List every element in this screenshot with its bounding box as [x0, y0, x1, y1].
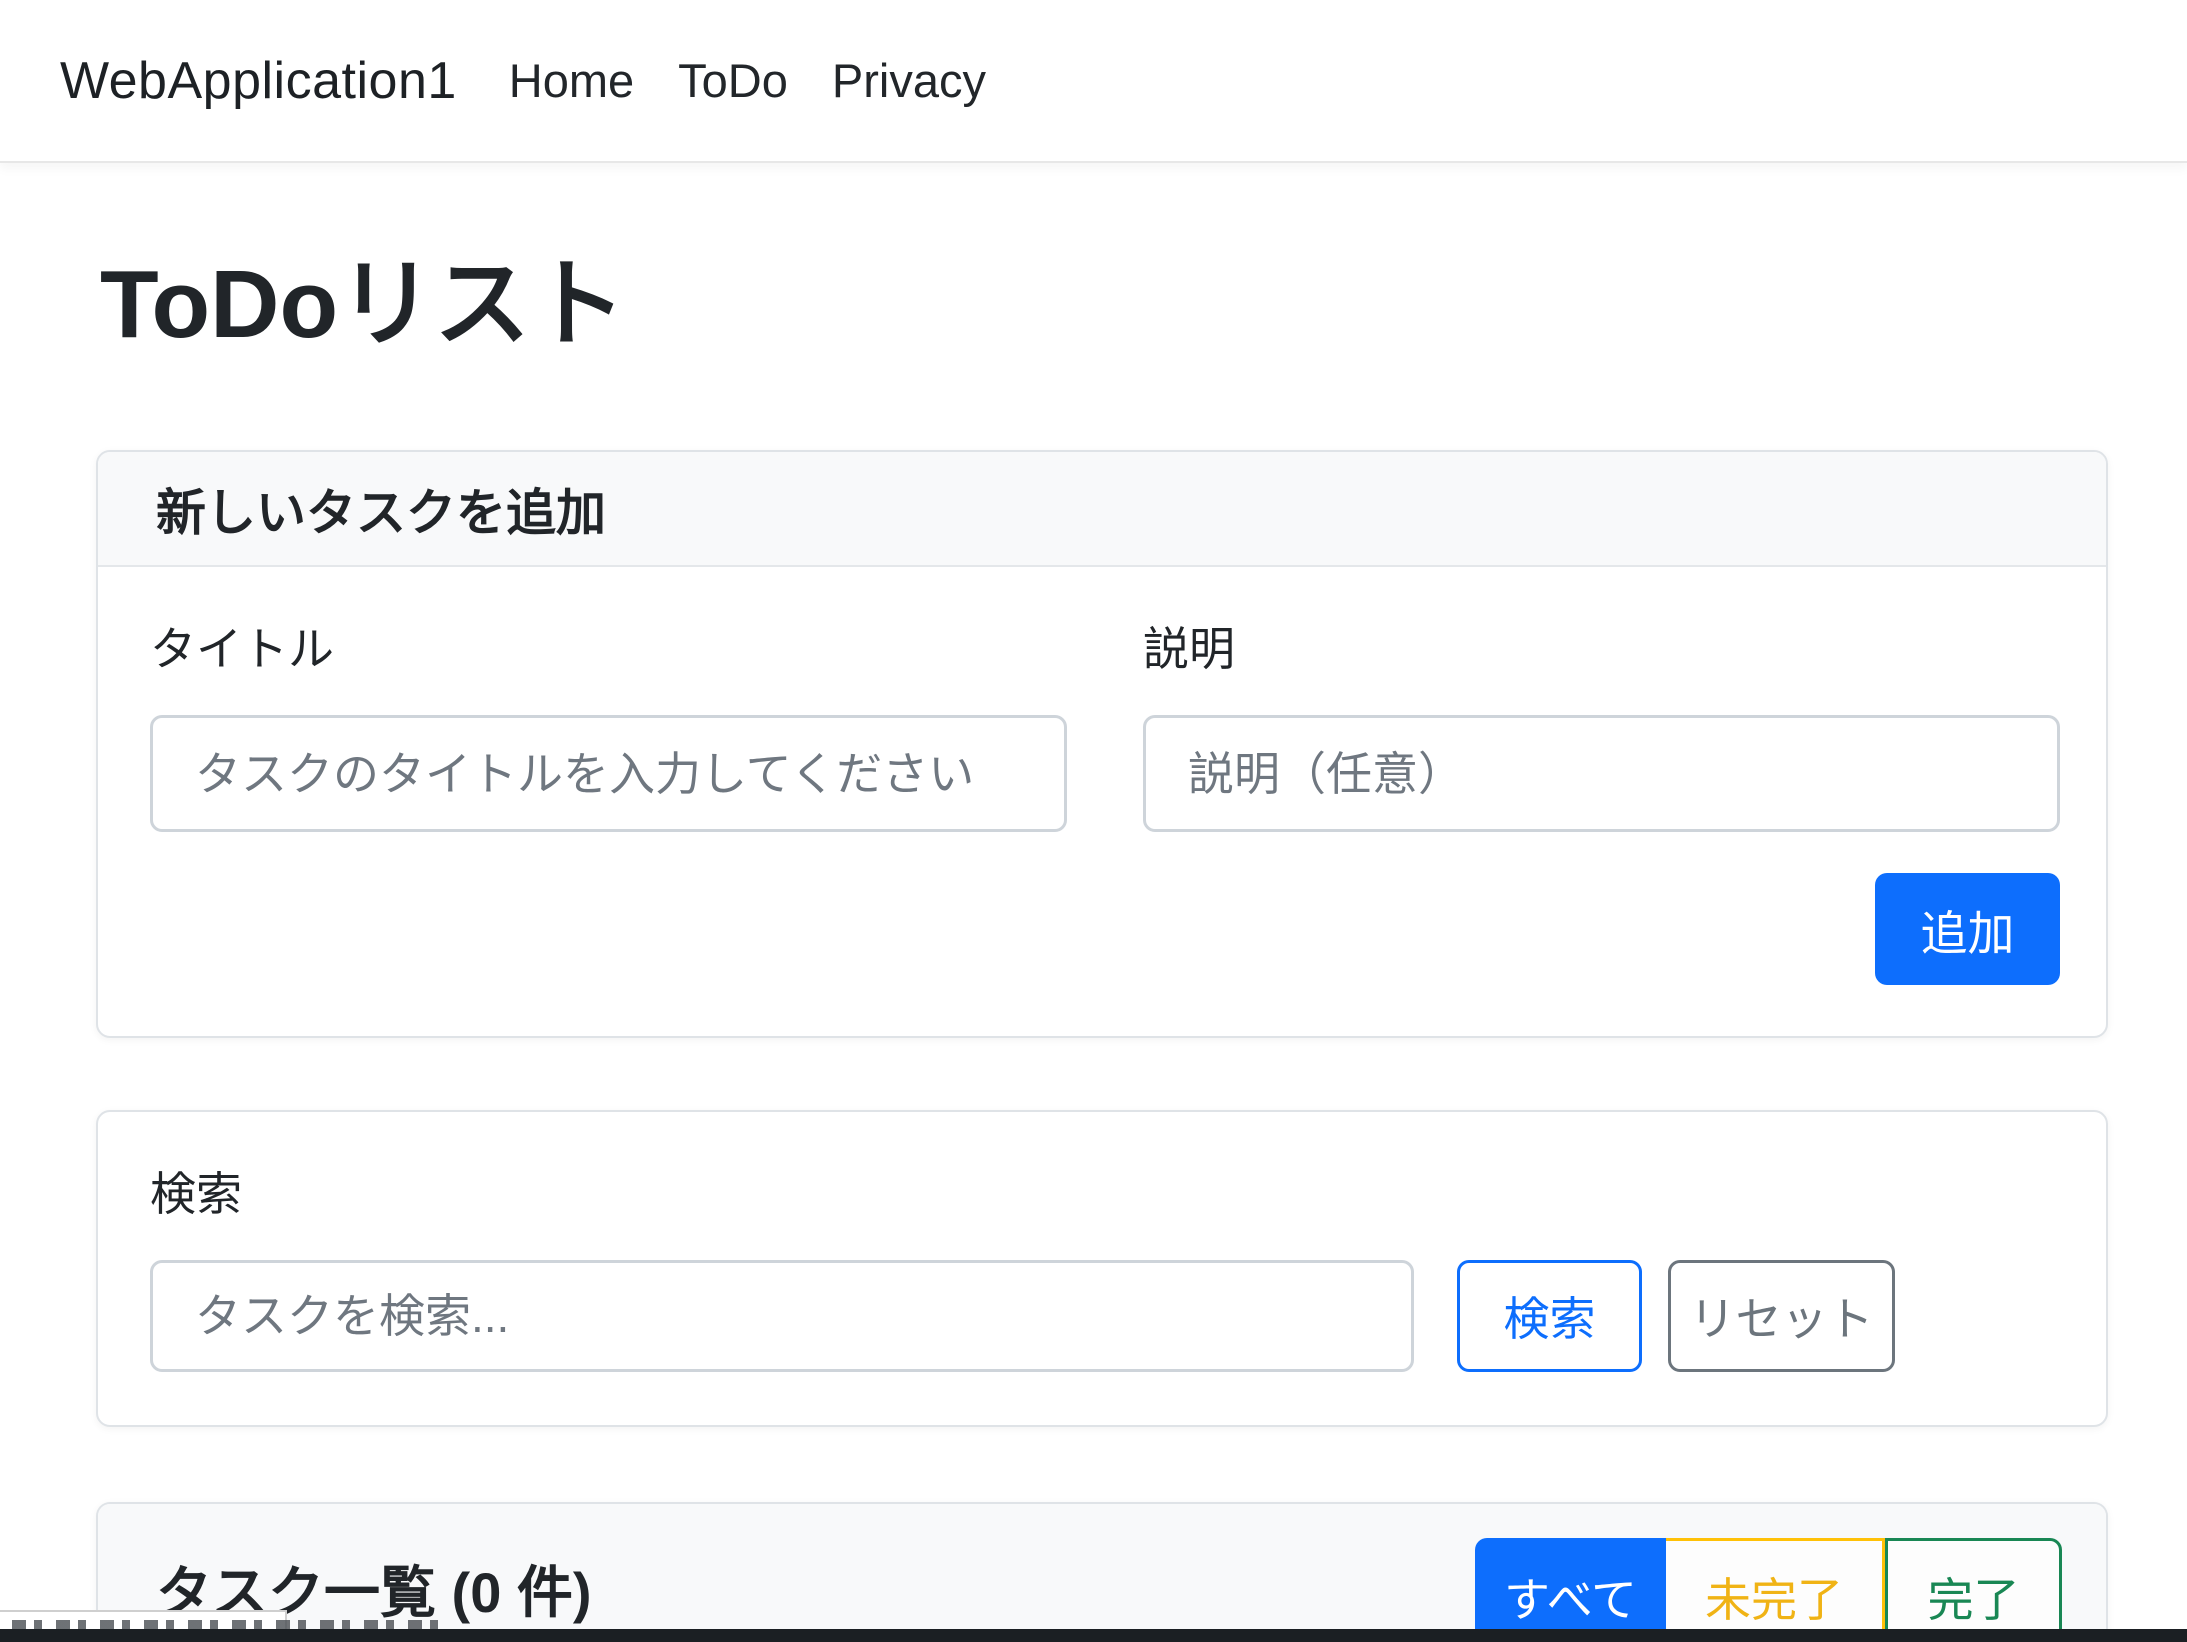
title-field-group: タイトル — [150, 617, 1067, 832]
page: WebApplication1 Home ToDo Privacy ToDoリス… — [0, 0, 2187, 1642]
reset-button[interactable]: リセット — [1668, 1260, 1895, 1372]
search-button[interactable]: 検索 — [1457, 1260, 1642, 1372]
clipped-status-text — [12, 1620, 442, 1629]
filter-complete-button[interactable]: 完了 — [1885, 1538, 2062, 1642]
nav-link-todo[interactable]: ToDo — [656, 53, 810, 108]
bottom-edge-bar — [0, 1629, 2187, 1642]
search-input[interactable] — [150, 1260, 1414, 1372]
page-title: ToDoリスト — [100, 252, 626, 358]
title-label: タイトル — [150, 617, 1067, 681]
filter-all-button[interactable]: すべて — [1475, 1538, 1666, 1642]
status-tooltip — [0, 1610, 287, 1629]
description-label: 説明 — [1143, 617, 2060, 681]
search-card-body: 検索 検索 リセット — [98, 1112, 2106, 1424]
navbar: WebApplication1 Home ToDo Privacy — [0, 0, 2187, 163]
description-input[interactable] — [1143, 715, 2060, 832]
navbar-links: Home ToDo Privacy — [487, 53, 1008, 108]
nav-link-privacy[interactable]: Privacy — [810, 53, 1008, 108]
nav-link-home[interactable]: Home — [487, 53, 656, 108]
navbar-brand[interactable]: WebApplication1 — [60, 51, 457, 111]
description-field-group: 説明 — [1143, 617, 2060, 832]
add-task-card: 新しいタスクを追加 タイトル 説明 追加 — [96, 450, 2108, 1038]
task-filter-group: すべて 未完了 完了 — [1475, 1538, 2062, 1642]
add-button[interactable]: 追加 — [1875, 873, 2060, 985]
add-task-card-header: 新しいタスクを追加 — [98, 452, 2106, 567]
search-card: 検索 検索 リセット — [96, 1110, 2108, 1427]
title-input[interactable] — [150, 715, 1067, 832]
search-label: 検索 — [150, 1162, 2060, 1226]
add-task-card-body: タイトル 説明 追加 — [98, 567, 2106, 1037]
filter-incomplete-button[interactable]: 未完了 — [1666, 1538, 1885, 1642]
